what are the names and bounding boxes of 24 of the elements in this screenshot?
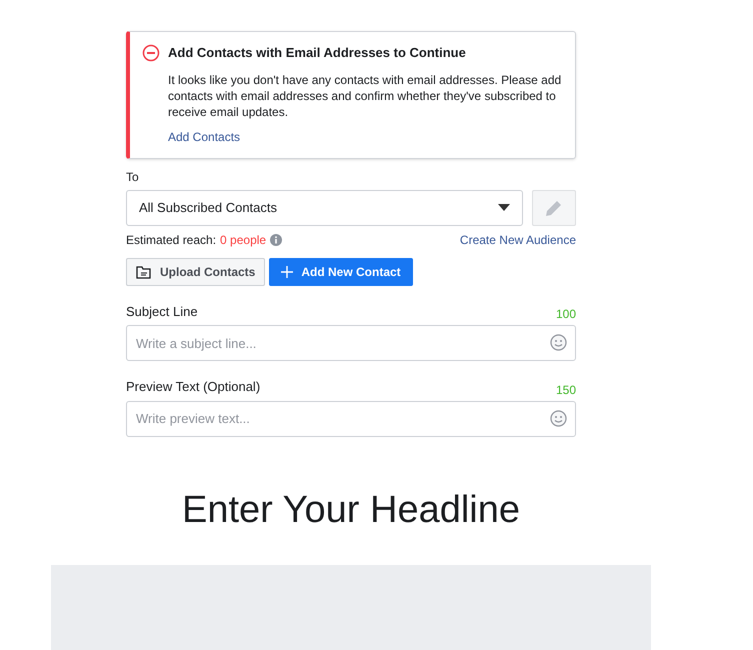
alert-title: Add Contacts with Email Addresses to Continue [168, 44, 466, 62]
emoji-icon[interactable] [550, 334, 567, 351]
audience-dropdown[interactable]: All Subscribed Contacts [126, 190, 523, 226]
headline: Enter Your Headline [180, 488, 522, 532]
field-label: Preview Text (Optional) [126, 378, 260, 396]
add-contact-button[interactable]: Add New Contact [269, 258, 413, 286]
text-field[interactable]: Write preview text... [126, 400, 576, 436]
character-counter: 150 [556, 382, 576, 398]
folder-icon [136, 264, 152, 278]
reach-label: Estimated reach: [126, 232, 216, 248]
info-icon [270, 234, 282, 246]
reach-value: 0 people [220, 232, 266, 248]
upload-contacts-button[interactable]: Upload Contacts [126, 258, 266, 286]
alert-message: It looks like you don't have any contacts with email addresses. Please add contacts with email addresses and confirm whether they've subscribed to receive email updates. [168, 72, 562, 120]
blocked-icon [142, 44, 160, 62]
field-label: Subject Line [126, 302, 198, 321]
character-counter: 100 [556, 306, 576, 323]
emoji-icon[interactable] [550, 410, 567, 426]
create-audience-link[interactable]: Create New Audience [460, 230, 576, 248]
add-contacts-link[interactable]: Add Contacts [168, 128, 240, 146]
plus-icon [281, 266, 294, 278]
caret-icon [498, 204, 510, 211]
to-label: To [126, 168, 140, 186]
text-field[interactable]: Write a subject line... [126, 325, 576, 361]
